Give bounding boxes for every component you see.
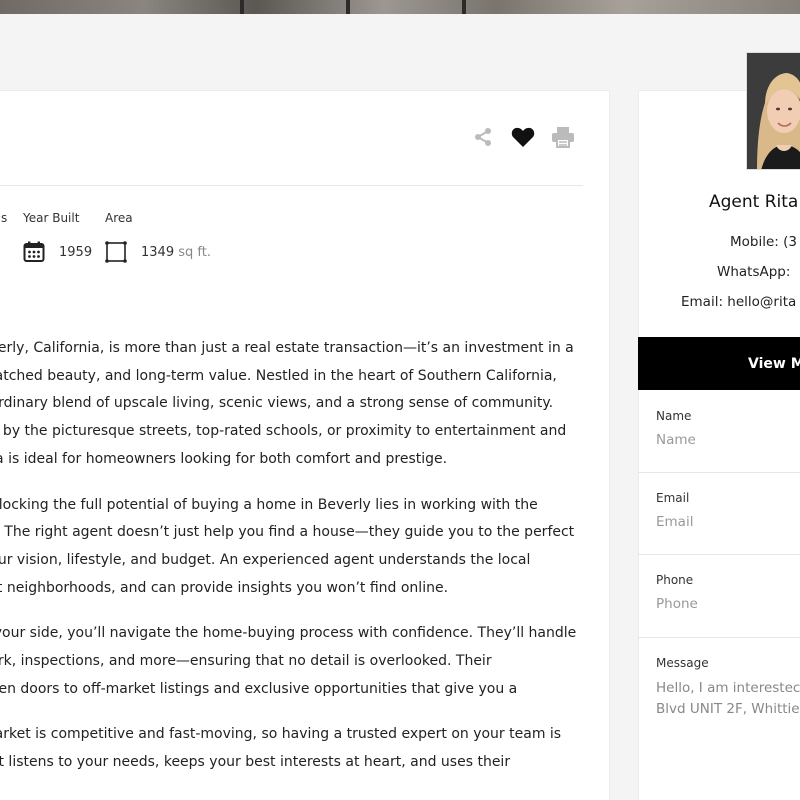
description-paragraph: y your side, you’ll navigate the home-bu… (0, 620, 576, 703)
fact-label-year-built: Year Built (23, 211, 80, 225)
phone-input[interactable] (656, 596, 800, 612)
description-line: est neighborhoods, and can provide insig… (0, 579, 449, 596)
heart-icon (511, 127, 535, 147)
agent-photo (746, 52, 800, 170)
description-line: market is competitive and fast-moving, s… (0, 726, 562, 743)
agent-email[interactable]: Email: hello@rita (681, 294, 796, 310)
year-built-value: 1959 (59, 244, 93, 260)
contact-name-group: Name (638, 390, 800, 473)
description-line: matched beauty, and long-term value. Nes… (0, 367, 557, 384)
message-label: Message (656, 656, 709, 670)
hero-frame-detail (462, 0, 466, 14)
area-value: 1349 sq ft. (141, 245, 211, 260)
listing-actions (471, 125, 575, 149)
fact-area: 1349 sq ft. (105, 241, 211, 263)
print-icon (552, 127, 574, 148)
name-input[interactable] (656, 432, 800, 448)
share-button[interactable] (471, 125, 495, 149)
property-facts: s Year Built Area 1959 1349 sq ft. (0, 211, 581, 271)
description-line: everly, California, is more than just a … (0, 340, 574, 356)
description-line: y your side, you’ll navigate the home-bu… (0, 625, 577, 642)
agent-name: Agent Rita (709, 192, 799, 212)
description-paragraph: unlocking the full potential of buying a… (0, 492, 575, 603)
description-line: aordinary blend of upscale living, sceni… (0, 395, 554, 412)
description-line: nt. The right agent doesn’t just help yo… (0, 524, 575, 541)
name-label: Name (656, 409, 692, 423)
message-textarea[interactable]: Hello, I am interestec Blvd UNIT 2F, Whi… (656, 678, 800, 738)
area-icon (105, 241, 127, 263)
contact-message-group: Message Hello, I am interestec Blvd UNIT… (638, 638, 800, 800)
hero-frame-detail (240, 0, 244, 14)
agent-portrait-image (747, 53, 800, 169)
description-line: ent listens to your needs, keeps your be… (0, 754, 511, 771)
hero-image-strip (0, 0, 800, 14)
agent-whatsapp[interactable]: WhatsApp: (717, 264, 790, 280)
print-button[interactable] (551, 125, 575, 149)
description-line: open doors to off-market listings and ex… (0, 680, 518, 697)
description-line: en by the picturesque streets, top-rated… (0, 423, 567, 440)
property-description: everly, California, is more than just a … (0, 335, 576, 795)
phone-label: Phone (656, 573, 694, 587)
description-line: vork, inspections, and more—ensuring tha… (0, 653, 492, 670)
fact-label-partial: s (1, 211, 8, 225)
contact-email-group: Email (638, 473, 800, 555)
area-unit: sq ft. (178, 244, 211, 260)
email-label: Email (656, 491, 690, 505)
description-line: unlocking the full potential of buying a… (0, 496, 538, 513)
calendar-icon (23, 241, 45, 262)
area-number: 1349 (141, 244, 175, 260)
email-input[interactable] (656, 514, 800, 530)
description-paragraph: everly, California, is more than just a … (0, 335, 574, 474)
contact-phone-group: Phone (638, 555, 800, 638)
favorite-button[interactable] (511, 125, 535, 149)
description-paragraph: market is competitive and fast-moving, s… (0, 721, 571, 776)
description-line: your vision, lifestyle, and budget. An e… (0, 551, 531, 568)
hero-frame-detail (346, 0, 350, 14)
agent-mobile[interactable]: Mobile: (3 (730, 234, 797, 250)
fact-label-area: Area (105, 211, 133, 225)
view-my-listings-button[interactable]: View My (638, 337, 800, 390)
card-divider (0, 185, 583, 186)
listing-details-card: s Year Built Area 1959 1349 sq ft. everl… (0, 90, 610, 800)
fact-year-built: 1959 (23, 241, 92, 263)
description-line: rea is ideal for homeowners looking for … (0, 450, 448, 467)
share-icon (475, 128, 491, 146)
